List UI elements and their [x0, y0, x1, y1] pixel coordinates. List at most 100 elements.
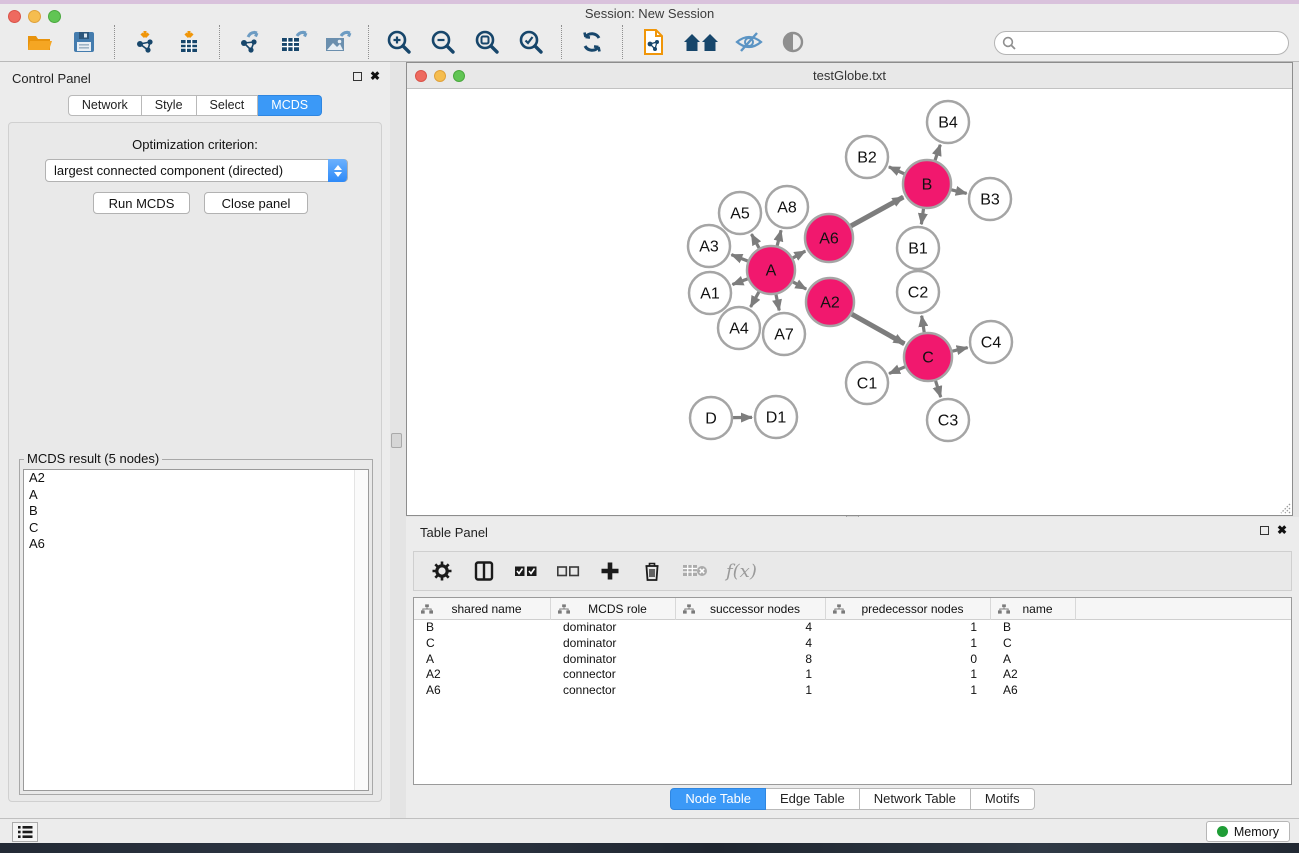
import-network-button[interactable]	[129, 26, 161, 58]
graph-edge-A-A3[interactable]	[731, 255, 747, 261]
show-columns-button[interactable]	[472, 558, 496, 584]
run-mcds-button[interactable]: Run MCDS	[93, 192, 190, 214]
graph-node-label: D1	[766, 410, 787, 427]
table-header-row: shared nameMCDS rolesuccessor nodesprede…	[414, 598, 1291, 620]
import-table-button[interactable]	[173, 26, 205, 58]
column-header-predecessor-nodes[interactable]: predecessor nodes	[826, 598, 991, 620]
tab-motifs[interactable]: Motifs	[971, 788, 1035, 810]
optimization-criterion-label: Optimization criterion:	[9, 137, 381, 152]
deselect-all-button[interactable]	[556, 558, 580, 584]
tab-style[interactable]: Style	[142, 95, 197, 116]
hide-selected-button[interactable]	[733, 26, 765, 58]
home-button[interactable]	[681, 26, 721, 58]
graph-edge-B-B2[interactable]	[889, 167, 904, 174]
application-window: Session: New Session	[0, 0, 1299, 853]
column-header-successor-nodes[interactable]: successor nodes	[676, 598, 826, 620]
shared-column-icon	[683, 604, 695, 614]
tab-mcds[interactable]: MCDS	[258, 95, 322, 116]
vertical-split-handle[interactable]	[391, 433, 402, 448]
graph-node-label: A5	[730, 206, 750, 223]
check-all-icon	[514, 564, 538, 578]
graph-edge-A6-B[interactable]	[851, 197, 903, 226]
result-item[interactable]: A	[24, 487, 368, 504]
graph-edge-C-C1[interactable]	[889, 367, 905, 374]
table-row[interactable]: Bdominator41B	[414, 620, 1291, 636]
result-scrollbar[interactable]	[354, 470, 368, 790]
graph-edge-A-A4[interactable]	[751, 292, 759, 307]
table-row[interactable]: A6connector11A6	[414, 683, 1291, 699]
tab-edge-table[interactable]: Edge Table	[766, 788, 860, 810]
control-panel: Control Panel ✖ Network Style Select MCD…	[0, 62, 390, 818]
columns-icon	[473, 560, 495, 582]
close-panel-button[interactable]: Close panel	[204, 192, 308, 214]
mcds-panel: Optimization criterion: largest connecte…	[8, 122, 382, 802]
open-session-button[interactable]	[24, 26, 56, 58]
float-panel-icon[interactable]	[353, 72, 362, 81]
graph-edge-C-C4[interactable]	[952, 348, 967, 352]
graph-edge-A-A8[interactable]	[777, 230, 781, 246]
export-table-button[interactable]	[278, 26, 310, 58]
zoom-in-button[interactable]	[383, 26, 415, 58]
zoom-fit-button[interactable]	[471, 26, 503, 58]
create-column-button[interactable]	[598, 558, 622, 584]
result-item[interactable]: C	[24, 520, 368, 537]
refresh-icon	[579, 29, 605, 55]
column-header-MCDS-role[interactable]: MCDS role	[551, 598, 676, 620]
select-all-button[interactable]	[514, 558, 538, 584]
graph-node-label: A	[766, 263, 777, 280]
import-network-icon	[132, 29, 158, 55]
graph-edge-C-C3[interactable]	[936, 381, 941, 397]
graph-node-label: A1	[700, 286, 720, 303]
network-from-file-button[interactable]	[637, 26, 669, 58]
zoom-selected-button[interactable]	[515, 26, 547, 58]
tab-network[interactable]: Network	[68, 95, 142, 116]
graph-edge-A2-C[interactable]	[852, 314, 905, 344]
tab-node-table[interactable]: Node Table	[670, 788, 766, 810]
tab-select[interactable]: Select	[197, 95, 259, 116]
column-header-name[interactable]: name	[991, 598, 1076, 620]
export-image-button[interactable]	[322, 26, 354, 58]
network-canvas[interactable]: B4B2BB3A8A5A6A3B1AC2A1A2A4A7C4CC1DD1C3	[407, 89, 1292, 515]
delete-column-button[interactable]	[640, 558, 664, 584]
graph-edge-A-A1[interactable]	[732, 279, 747, 285]
show-hidden-button[interactable]	[777, 26, 809, 58]
table-row[interactable]: A2connector11A2	[414, 667, 1291, 683]
graph-edge-B-B1[interactable]	[921, 209, 923, 224]
result-item[interactable]: A6	[24, 536, 368, 553]
table-cell: dominator	[551, 636, 676, 652]
table-row[interactable]: Adominator80A	[414, 652, 1291, 668]
task-history-button[interactable]	[12, 822, 38, 842]
export-network-button[interactable]	[234, 26, 266, 58]
table-cell: dominator	[551, 620, 676, 636]
close-table-panel-icon[interactable]: ✖	[1277, 526, 1287, 535]
graph-edge-A-A7[interactable]	[776, 294, 779, 310]
zoom-out-button[interactable]	[427, 26, 459, 58]
graph-edge-C-C2[interactable]	[922, 316, 925, 333]
result-item[interactable]: A2	[24, 470, 368, 487]
tab-network-table[interactable]: Network Table	[860, 788, 971, 810]
refresh-button[interactable]	[576, 26, 608, 58]
graph-node-label: C3	[938, 413, 959, 430]
close-panel-icon[interactable]: ✖	[370, 72, 380, 81]
graph-edge-A-A2[interactable]	[793, 282, 806, 289]
graph-edge-B-B3[interactable]	[951, 190, 966, 194]
memory-label: Memory	[1234, 825, 1279, 839]
table-cell: A6	[991, 683, 1076, 699]
graph-edge-B-B4[interactable]	[935, 145, 940, 161]
graph-edge-A-A6[interactable]	[793, 251, 805, 258]
column-header-shared-name[interactable]: shared name	[414, 598, 551, 620]
function-builder-button[interactable]: f(x)	[726, 558, 757, 584]
memory-button[interactable]: Memory	[1206, 821, 1290, 842]
select-stepper-icon	[328, 159, 347, 182]
table-settings-button[interactable]	[430, 558, 454, 584]
save-session-button[interactable]	[68, 26, 100, 58]
criterion-select[interactable]: largest connected component (directed)	[45, 159, 348, 182]
resize-grip[interactable]	[1277, 500, 1291, 514]
table-row[interactable]: Cdominator41C	[414, 636, 1291, 652]
graph-node-label: A4	[729, 321, 749, 338]
search-input[interactable]	[994, 31, 1289, 55]
delete-table-button[interactable]	[682, 558, 708, 584]
float-table-panel-icon[interactable]	[1260, 526, 1269, 535]
graph-edge-A-A5[interactable]	[751, 234, 759, 248]
result-item[interactable]: B	[24, 503, 368, 520]
